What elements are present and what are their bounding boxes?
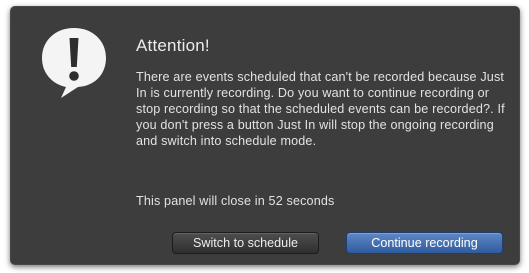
- close-countdown-text: This panel will close in 52 seconds: [136, 194, 335, 208]
- continue-recording-button[interactable]: Continue recording: [346, 232, 503, 254]
- attention-dialog: Attention! There are events scheduled th…: [10, 6, 520, 265]
- exclamation-speech-bubble-icon: [42, 28, 106, 98]
- switch-to-schedule-button[interactable]: Switch to schedule: [172, 232, 319, 254]
- dialog-message: There are events scheduled that can't be…: [136, 70, 505, 148]
- dialog-title: Attention!: [136, 36, 210, 55]
